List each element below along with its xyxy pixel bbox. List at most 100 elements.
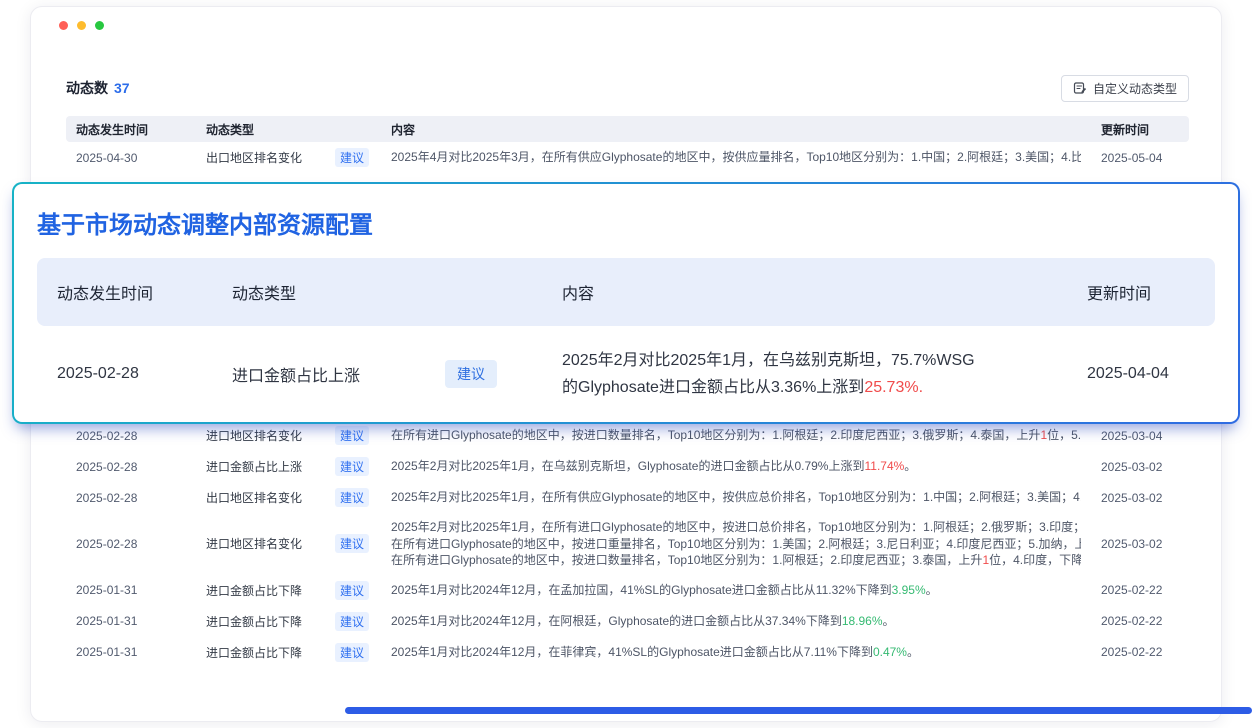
content-segment: 位，4.印度，下降 [989, 553, 1081, 567]
row-content: 2025年4月对比2025年3月，在所有供应Glyphosate的地区中，按供应… [381, 143, 1091, 172]
content-line: 2025年4月对比2025年3月，在所有供应Glyphosate的地区中，按供应… [391, 149, 1081, 166]
row-type: 进口金额占比下降 [206, 613, 302, 630]
table-rows-top: 2025-04-30 出口地区排名变化 建议 2025年4月对比2025年3月，在所有… [66, 142, 1189, 173]
row-date: 2025-02-28 [66, 491, 196, 505]
overlay-row-content: 2025年2月对比2025年1月，在乌兹别克斯坦，75.7%WSG 的Glyph… [542, 347, 1067, 401]
column-header-type: 动态类型 [196, 121, 381, 138]
row-type: 出口地区排名变化 [206, 489, 302, 506]
row-content: 2025年1月对比2024年12月，在菲律宾，41%SL的Glyphosate进… [381, 638, 1091, 667]
dynamic-count-label: 动态数 [66, 80, 108, 96]
row-content: 2025年2月对比2025年1月，在所有供应Glyphosate的地区中，按供应… [381, 483, 1091, 512]
row-content: 在所有进口Glyphosate的地区中，按进口数量排名，Top10地区分别为：1… [381, 421, 1091, 450]
overlay-row-date: 2025-02-28 [37, 365, 212, 383]
content-segment: 2025年1月对比2024年12月，在孟加拉国，41%SL的Glyphosate… [391, 583, 892, 597]
column-header-date: 动态发生时间 [66, 121, 196, 138]
table-row[interactable]: 2025-02-28进口金额占比上涨建议 2025年2月对比2025年1月，在乌兹… [66, 451, 1189, 482]
row-updated: 2025-03-02 [1091, 537, 1189, 551]
content-segment: 2025年2月对比2025年1月，在所有供应Glyphosate的地区中，按供应… [391, 490, 1081, 504]
row-date: 2025-02-28 [66, 537, 196, 551]
row-type-cell: 出口地区排名变化 建议 [196, 488, 381, 507]
table-row[interactable]: 2025-02-28 出口地区排名变化 建议 2025年2月对比2025年1月，在所有… [66, 482, 1189, 513]
content-segment: 2025年2月对比2025年1月，在乌兹别克斯坦，Glyphosate的进口金额… [391, 459, 864, 473]
row-date: 2025-04-30 [66, 151, 196, 165]
suggestion-badge: 建议 [335, 148, 369, 167]
content-line: 在所有进口Glyphosate的地区中，按进口重量排名，Top10地区分别为：1… [391, 536, 1081, 553]
content-segment: 。 [907, 645, 919, 659]
row-date: 2025-02-28 [66, 460, 196, 474]
row-type: 进口金额占比下降 [206, 582, 302, 599]
column-header-content: 内容 [381, 121, 1091, 138]
horizontal-scrollbar[interactable] [345, 707, 1252, 714]
row-updated: 2025-02-22 [1091, 614, 1189, 628]
row-content: 2025年1月对比2024年12月，在阿根廷，Glyphosate的进口金额占比… [381, 607, 1091, 636]
content-segment-highlight: 25.73%. [864, 379, 923, 396]
suggestion-badge: 建议 [335, 581, 369, 600]
row-updated: 2025-02-22 [1091, 583, 1189, 597]
row-type: 出口地区排名变化 [206, 149, 302, 166]
row-type-cell: 进口金额占比下降 建议 [196, 581, 381, 600]
content-segment: 11.74% [864, 459, 904, 473]
minimize-window-button[interactable] [77, 21, 86, 30]
content-segment: 在所有进口Glyphosate的地区中，按进口重量排名，Top10地区分别为：1… [391, 537, 1081, 551]
overlay-column-header-date: 动态发生时间 [37, 280, 212, 304]
row-updated: 2025-05-04 [1091, 151, 1189, 165]
overlay-row-updated: 2025-04-04 [1067, 365, 1215, 383]
row-date: 2025-02-28 [66, 429, 196, 443]
table-row[interactable]: 2025-01-31进口金额占比下降建议2025年1月对比2024年12月，在孟… [66, 575, 1189, 606]
dynamic-count: 动态数37 [66, 78, 130, 98]
row-content: 2025年1月对比2024年12月，在孟加拉国，41%SL的Glyphosate… [381, 576, 1091, 605]
content-line: 2025年1月对比2024年12月，在菲律宾，41%SL的Glyphosate进… [391, 644, 1081, 661]
table-row[interactable]: 2025-04-30 出口地区排名变化 建议 2025年4月对比2025年3月，在所有… [66, 142, 1189, 173]
row-type: 进口地区排名变化 [206, 535, 302, 552]
table-row[interactable]: 2025-02-28进口地区排名变化建议在所有进口Glyphosate的地区中，… [66, 420, 1189, 451]
content-line: 2025年2月对比2025年1月，在所有供应Glyphosate的地区中，按供应… [391, 489, 1081, 506]
content-segment: 在所有进口Glyphosate的地区中，按进口数量排名，Top10地区分别为：1… [391, 428, 1040, 442]
table-row[interactable]: 2025-02-28 进口地区排名变化 建议 2025年2月对比2025年1月，在所有… [66, 513, 1189, 575]
custom-dynamic-type-button[interactable]: 自定义动态类型 [1061, 75, 1189, 102]
row-type-cell: 进口金额占比下降建议 [196, 612, 381, 631]
content-segment: 2025年1月对比2024年12月，在阿根廷，Glyphosate的进口金额占比… [391, 614, 842, 628]
content-segment: 的Glyphosate进口金额占比从3.36%上涨到 [562, 379, 864, 396]
content-segment: 位，5.印度，下降 [1047, 428, 1081, 442]
row-type-cell: 进口金额占比上涨建议 [196, 457, 381, 476]
suggestion-badge: 建议 [335, 488, 369, 507]
overlay-table-row[interactable]: 2025-02-28 进口金额占比上涨 建议 2025年2月对比2025年1月，… [37, 326, 1215, 422]
suggestion-badge: 建议 [335, 643, 369, 662]
content-segment: 。 [904, 459, 916, 473]
overlay-suggestion-badge: 建议 [445, 360, 497, 388]
zoom-window-button[interactable] [95, 21, 104, 30]
suggestion-badge: 建议 [335, 426, 369, 445]
content-segment: 2025年2月对比2025年1月，在所有进口Glyphosate的地区中，按进口… [391, 520, 1081, 534]
content-segment: 2025年4月对比2025年3月，在所有供应Glyphosate的地区中，按供应… [391, 150, 1081, 164]
custom-type-icon [1073, 81, 1087, 95]
table-header: 动态发生时间 动态类型 内容 更新时间 [66, 116, 1189, 142]
overlay-row-type: 进口金额占比上涨 [232, 362, 360, 386]
content-segment: 0.47% [873, 645, 907, 659]
row-updated: 2025-03-04 [1091, 429, 1189, 443]
close-window-button[interactable] [59, 21, 68, 30]
toolbar: 动态数37 自定义动态类型 [66, 73, 1189, 103]
table-row[interactable]: 2025-01-31进口金额占比下降建议2025年1月对比2024年12月，在菲… [66, 637, 1189, 668]
overlay-column-header-content: 内容 [542, 280, 1067, 304]
content-line: 2025年2月对比2025年1月，在所有进口Glyphosate的地区中，按进口… [391, 519, 1081, 536]
row-content: 2025年2月对比2025年1月，在所有进口Glyphosate的地区中，按进口… [381, 513, 1091, 575]
row-type-cell: 进口地区排名变化建议 [196, 426, 381, 445]
custom-dynamic-type-label: 自定义动态类型 [1093, 80, 1177, 97]
overlay-row-type-cell: 进口金额占比上涨 建议 [212, 360, 542, 388]
row-updated: 2025-03-02 [1091, 491, 1189, 505]
row-updated: 2025-03-02 [1091, 460, 1189, 474]
content-line: 2025年2月对比2025年1月，在乌兹别克斯坦，Glyphosate的进口金额… [391, 458, 1081, 475]
content-segment: 3.95% [892, 583, 926, 597]
content-line: 在所有进口Glyphosate的地区中，按进口数量排名，Top10地区分别为：1… [391, 552, 1081, 569]
suggestion-badge: 建议 [335, 534, 369, 553]
content-segment: 18.96% [842, 614, 883, 628]
content-line: 2025年1月对比2024年12月，在孟加拉国，41%SL的Glyphosate… [391, 582, 1081, 599]
overlay-table-header: 动态发生时间 动态类型 内容 更新时间 [37, 258, 1215, 326]
table-rows-bottom: 2025-02-28进口地区排名变化建议在所有进口Glyphosate的地区中，… [66, 420, 1189, 668]
table-row[interactable]: 2025-01-31进口金额占比下降建议2025年1月对比2024年12月，在阿… [66, 606, 1189, 637]
overlay-content-line-2: 的Glyphosate进口金额占比从3.36%上涨到25.73%. [562, 374, 1067, 401]
content-segment: 。 [926, 583, 938, 597]
row-type: 进口金额占比上涨 [206, 458, 302, 475]
row-type-cell: 出口地区排名变化 建议 [196, 148, 381, 167]
column-header-updated: 更新时间 [1091, 121, 1189, 138]
